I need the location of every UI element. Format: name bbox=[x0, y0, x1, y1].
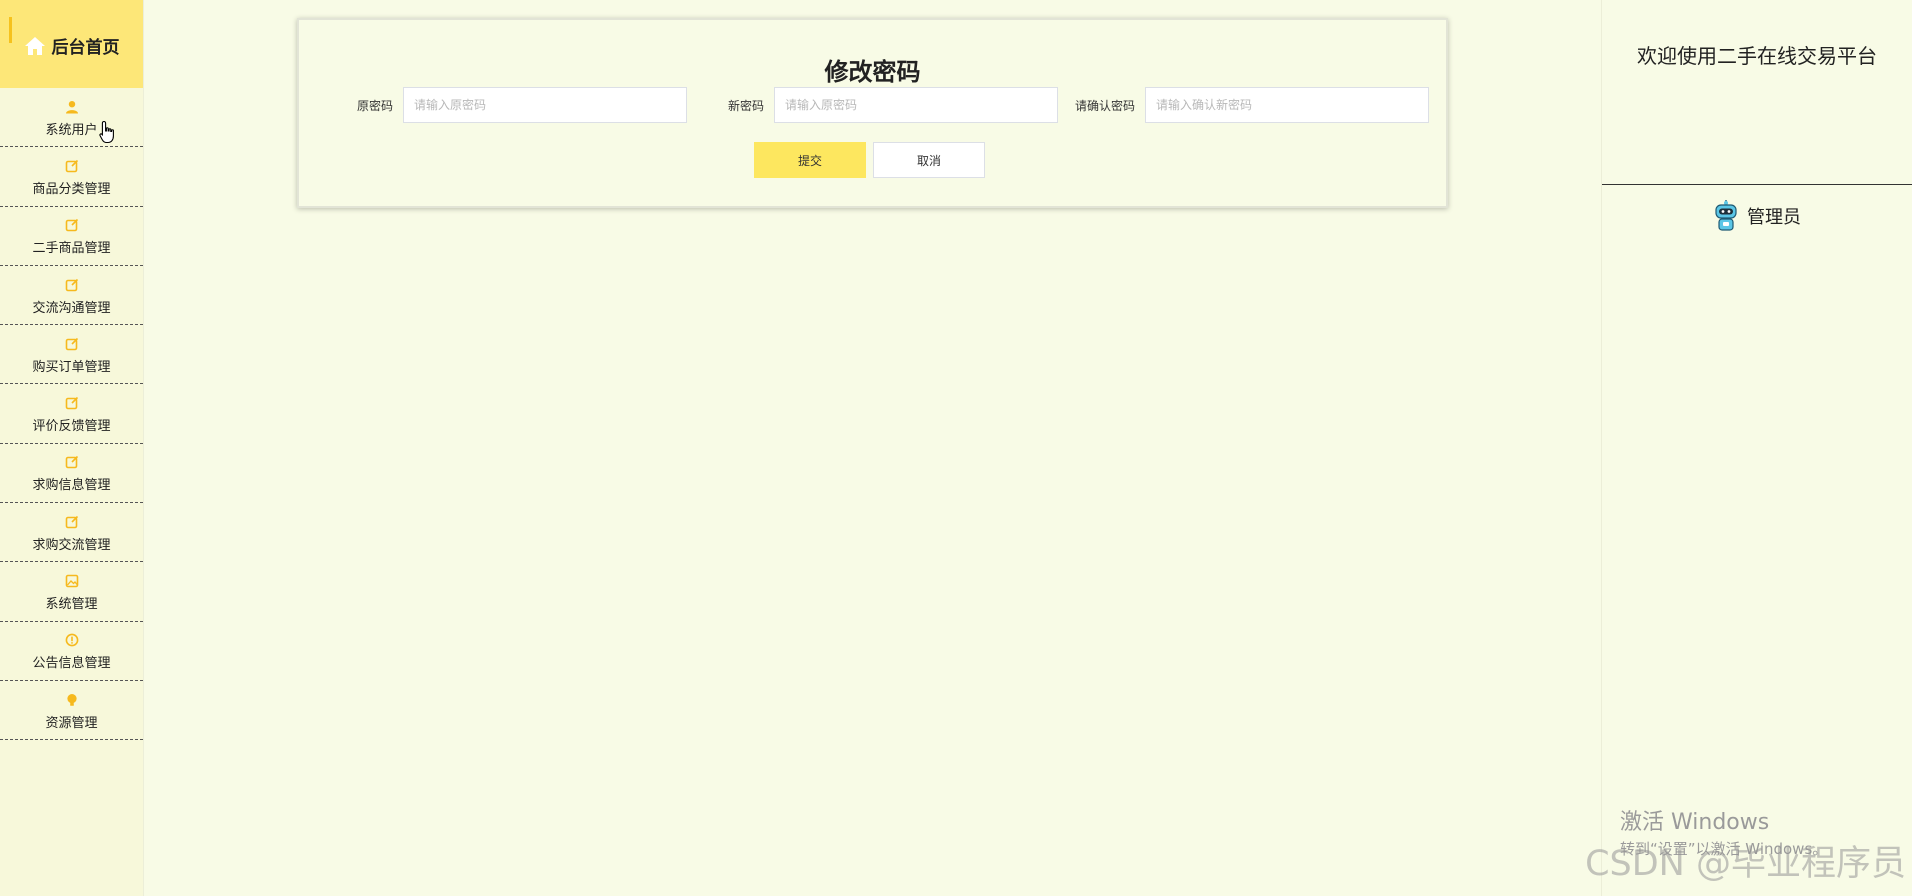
sidebar-item-communication[interactable]: 交流沟通管理 bbox=[0, 266, 143, 326]
confirm-password-input[interactable] bbox=[1145, 87, 1429, 123]
sidebar-item-label: 交流沟通管理 bbox=[32, 300, 111, 316]
sidebar-item-system-users[interactable]: 系统用户 bbox=[0, 88, 143, 148]
sidebar: 后台首页 系统用户 商品分类管理 二手商品管理 交流沟通管理 购买订单管理 评价… bbox=[0, 0, 144, 896]
sidebar-item-label: 系统管理 bbox=[45, 597, 98, 613]
sidebar-menu: 系统用户 商品分类管理 二手商品管理 交流沟通管理 购买订单管理 评价反馈管理 … bbox=[0, 88, 143, 741]
edit-icon bbox=[64, 277, 80, 293]
sidebar-item-resources[interactable]: 资源管理 bbox=[0, 681, 143, 741]
edit-icon bbox=[64, 514, 80, 530]
sidebar-item-label: 评价反馈管理 bbox=[32, 419, 111, 435]
right-panel: 欢迎使用二手在线交易平台 管理员 bbox=[1601, 0, 1912, 896]
sidebar-item-goods[interactable]: 二手商品管理 bbox=[0, 207, 143, 266]
edit-icon bbox=[64, 395, 80, 411]
sidebar-item-feedback[interactable]: 评价反馈管理 bbox=[0, 384, 143, 444]
user-name: 管理员 bbox=[1747, 207, 1801, 228]
change-password-card: 修改密码 原密码 新密码 请确认密码 提交 取消 bbox=[297, 18, 1448, 208]
new-password-input[interactable] bbox=[774, 87, 1058, 123]
home-icon bbox=[24, 35, 46, 57]
bulb-icon bbox=[64, 692, 80, 708]
submit-button[interactable]: 提交 bbox=[754, 142, 866, 178]
sidebar-item-label: 商品分类管理 bbox=[32, 181, 111, 197]
sidebar-home-label: 后台首页 bbox=[51, 37, 120, 58]
info-icon bbox=[64, 632, 80, 648]
edit-icon bbox=[64, 336, 80, 352]
old-password-label: 原密码 bbox=[356, 99, 393, 113]
password-form-row: 原密码 新密码 请确认密码 bbox=[299, 87, 1446, 123]
windows-activation-title: 激活 Windows bbox=[1620, 810, 1770, 835]
sidebar-item-orders[interactable]: 购买订单管理 bbox=[0, 325, 143, 385]
sidebar-item-label: 购买订单管理 bbox=[32, 359, 111, 375]
edit-icon bbox=[64, 454, 80, 470]
sidebar-home-link[interactable]: 后台首页 bbox=[0, 0, 143, 88]
cancel-button[interactable]: 取消 bbox=[873, 142, 985, 178]
old-password-input[interactable] bbox=[403, 87, 687, 123]
hand-cursor-icon bbox=[99, 120, 117, 144]
image-icon bbox=[64, 573, 80, 589]
edit-icon bbox=[64, 217, 80, 233]
welcome-text: 欢迎使用二手在线交易平台 bbox=[1637, 44, 1877, 68]
new-password-label: 新密码 bbox=[727, 99, 764, 113]
sidebar-item-wanted[interactable]: 求购信息管理 bbox=[0, 444, 143, 504]
sidebar-item-announcement[interactable]: 公告信息管理 bbox=[0, 622, 143, 681]
sidebar-item-label: 公告信息管理 bbox=[32, 656, 111, 672]
sidebar-item-system[interactable]: 系统管理 bbox=[0, 562, 143, 622]
user-icon bbox=[64, 99, 80, 115]
edit-icon bbox=[64, 158, 80, 174]
right-divider bbox=[1602, 184, 1912, 185]
sidebar-item-label: 二手商品管理 bbox=[32, 241, 111, 257]
sidebar-item-label: 求购交流管理 bbox=[32, 537, 111, 553]
sidebar-item-label: 系统用户 bbox=[45, 122, 98, 138]
robot-avatar-icon bbox=[1713, 200, 1739, 232]
sidebar-item-label: 资源管理 bbox=[45, 715, 98, 731]
confirm-password-label: 请确认密码 bbox=[1074, 99, 1135, 113]
sidebar-item-wanted-communication[interactable]: 求购交流管理 bbox=[0, 503, 143, 563]
page-title: 修改密码 bbox=[824, 58, 921, 86]
sidebar-item-label: 求购信息管理 bbox=[32, 478, 111, 494]
csdn-watermark: CSDN @毕业程序员 bbox=[1585, 844, 1906, 884]
sidebar-item-category[interactable]: 商品分类管理 bbox=[0, 147, 143, 207]
user-info[interactable]: 管理员 bbox=[1602, 200, 1912, 232]
